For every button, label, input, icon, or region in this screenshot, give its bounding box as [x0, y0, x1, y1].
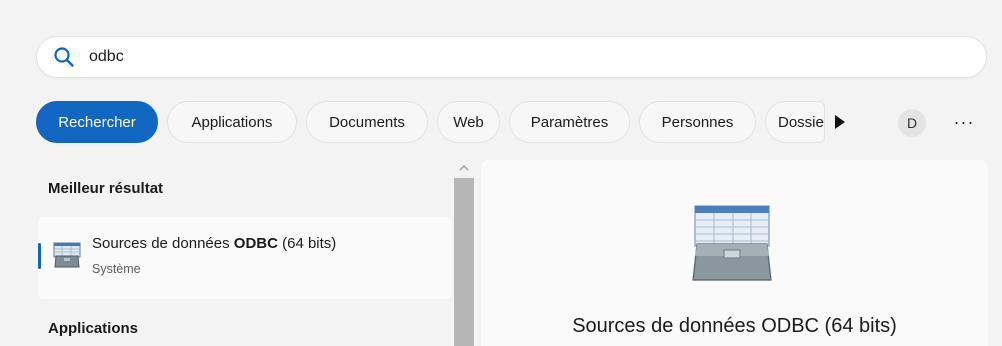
- preview-pane: Sources de données ODBC (64 bits): [481, 160, 988, 346]
- results-scrollbar[interactable]: [454, 160, 474, 346]
- scroll-up-icon[interactable]: [458, 163, 470, 173]
- best-match-title: Sources de données ODBC (64 bits): [92, 235, 337, 252]
- filter-dossiers[interactable]: Dossiers: [765, 101, 825, 143]
- search-icon: [54, 47, 74, 67]
- more-options-button[interactable]: ···: [950, 108, 978, 136]
- selection-indicator: [38, 243, 41, 269]
- filter-documents[interactable]: Documents: [306, 101, 428, 143]
- search-input[interactable]: [89, 48, 889, 66]
- results-pane: Meilleur résultat Sources de données ODB…: [36, 160, 452, 346]
- filter-chips: Rechercher Applications Documents Web Pa…: [36, 101, 834, 143]
- filter-web[interactable]: Web: [437, 101, 500, 143]
- filter-rechercher[interactable]: Rechercher: [36, 101, 158, 143]
- windows-search-window: Rechercher Applications Documents Web Pa…: [0, 0, 1002, 346]
- best-match-result[interactable]: Sources de données ODBC (64 bits) Systèm…: [38, 217, 452, 299]
- best-match-subtitle: Système: [92, 262, 141, 276]
- applications-heading: Applications: [48, 320, 139, 337]
- play-arrow-icon[interactable]: [833, 113, 847, 131]
- filter-applications[interactable]: Applications: [167, 101, 297, 143]
- odbc-toolbox-icon: [692, 205, 772, 281]
- preview-title: Sources de données ODBC (64 bits): [572, 315, 897, 337]
- filter-personnes[interactable]: Personnes: [639, 101, 756, 143]
- filter-parametres[interactable]: Paramètres: [509, 101, 630, 143]
- scroll-thumb[interactable]: [454, 178, 474, 346]
- odbc-toolbox-icon: [53, 242, 81, 268]
- search-box[interactable]: [36, 36, 987, 78]
- avatar[interactable]: D: [898, 109, 926, 137]
- best-match-heading: Meilleur résultat: [48, 180, 164, 197]
